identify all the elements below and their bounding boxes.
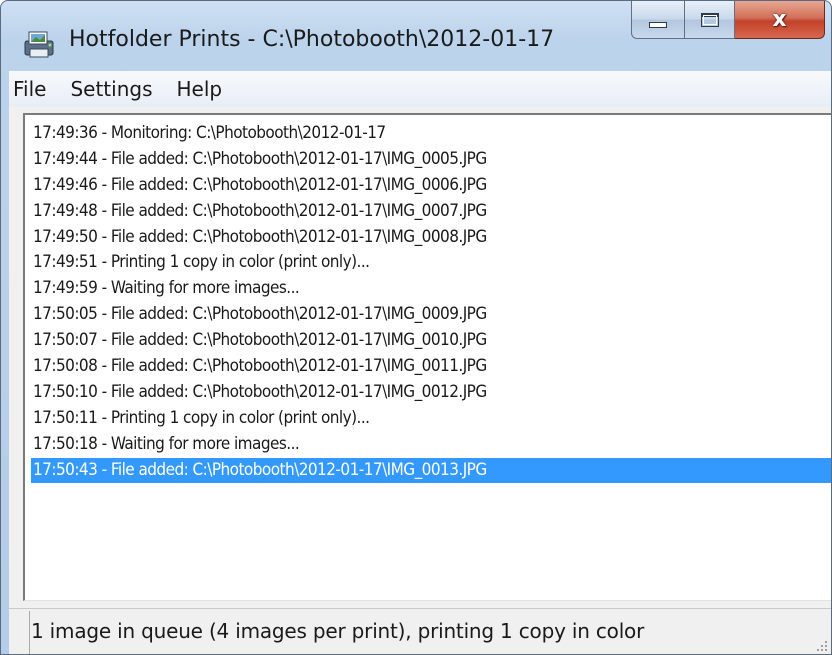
log-line[interactable]: 17:49:48 - File added: C:\Photobooth\201…	[31, 199, 831, 225]
log-line[interactable]: 17:50:10 - File added: C:\Photobooth\201…	[31, 380, 831, 406]
photo-printer-icon[interactable]	[23, 29, 57, 59]
caption-buttons: x	[631, 1, 825, 41]
log-line[interactable]: 17:49:51 - Printing 1 copy in color (pri…	[31, 250, 831, 276]
title-bar[interactable]: Hotfolder Prints - C:\Photobooth\2012-01…	[1, 1, 831, 71]
maximize-button[interactable]	[685, 1, 735, 39]
status-text: 1 image in queue (4 images per print), p…	[31, 619, 645, 643]
minimize-button[interactable]	[631, 1, 685, 39]
log-line[interactable]: 17:49:36 - Monitoring: C:\Photobooth\201…	[31, 121, 831, 147]
log-line[interactable]: 17:50:07 - File added: C:\Photobooth\201…	[31, 328, 831, 354]
log-line[interactable]: 17:49:50 - File added: C:\Photobooth\201…	[31, 225, 831, 251]
log-line[interactable]: 17:49:44 - File added: C:\Photobooth\201…	[31, 147, 831, 173]
log-line[interactable]: 17:50:05 - File added: C:\Photobooth\201…	[31, 302, 831, 328]
close-button[interactable]: x	[735, 1, 825, 39]
status-divider	[29, 611, 30, 654]
status-bar: 1 image in queue (4 images per print), p…	[9, 608, 831, 654]
log-line[interactable]: 17:50:18 - Waiting for more images...	[31, 432, 831, 458]
log-line[interactable]: 17:50:08 - File added: C:\Photobooth\201…	[31, 354, 831, 380]
minimize-icon	[649, 21, 667, 28]
menu-settings[interactable]: Settings	[58, 71, 164, 107]
log-line[interactable]: 17:50:43 - File added: C:\Photobooth\201…	[31, 457, 831, 484]
resize-grip-icon[interactable]	[813, 637, 829, 653]
maximize-icon	[700, 12, 719, 27]
log-line[interactable]: 17:49:59 - Waiting for more images...	[31, 276, 831, 302]
log-listbox[interactable]: 17:49:36 - Monitoring: C:\Photobooth\201…	[23, 113, 831, 601]
log-line[interactable]: 17:49:46 - File added: C:\Photobooth\201…	[31, 173, 831, 199]
app-window: Hotfolder Prints - C:\Photobooth\2012-01…	[0, 0, 832, 655]
log-list: 17:49:36 - Monitoring: C:\Photobooth\201…	[25, 115, 831, 484]
close-icon: x	[772, 6, 787, 32]
menu-help[interactable]: Help	[165, 71, 235, 107]
window-title: Hotfolder Prints - C:\Photobooth\2012-01…	[69, 27, 555, 52]
menu-file[interactable]: File	[9, 71, 58, 107]
menu-bar: File Settings Help	[9, 71, 831, 108]
log-line[interactable]: 17:50:11 - Printing 1 copy in color (pri…	[31, 406, 831, 432]
